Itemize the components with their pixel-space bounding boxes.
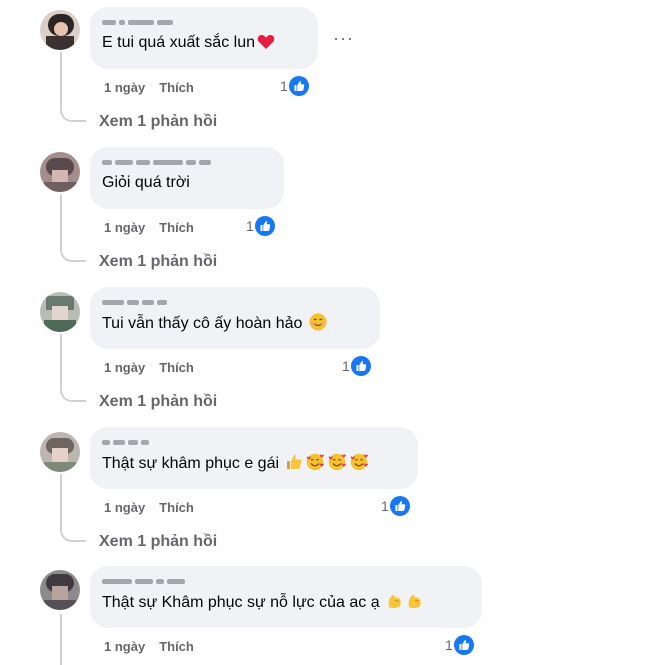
author-name-blurred[interactable] (102, 155, 272, 169)
comment-text: Thật sự Khâm phục sự nỗ lực của ac ạ (102, 594, 380, 611)
smiling-face-with-hearts-emoji (351, 453, 369, 471)
avatar[interactable] (40, 432, 80, 472)
comment-thread: { "comments": [ {"text": "E tui quá xuất… (0, 0, 657, 665)
comment-bubble: Tui vẫn thấy cô ấy hoàn hảo (90, 287, 380, 349)
reaction-number: 1 (445, 637, 453, 653)
author-name-blurred[interactable] (102, 574, 470, 588)
like-icon (390, 496, 410, 516)
thread-line (60, 334, 62, 388)
comment-bubble: E tui quá xuất sắc lun (90, 7, 318, 69)
comment-time[interactable]: 1 ngày (104, 639, 145, 654)
thread-line (60, 52, 62, 108)
view-replies-link[interactable]: Xem 1 phản hồi (99, 113, 217, 131)
reaction-number: 1 (246, 218, 254, 234)
comment-bubble: Giỏi quá trời (90, 147, 284, 209)
thread-line (60, 614, 62, 665)
reaction-number: 1 (342, 358, 350, 374)
reaction-count[interactable]: 1 (246, 216, 275, 236)
comment-text: E tui quá xuất sắc lun (102, 34, 255, 51)
like-button[interactable]: Thích (159, 500, 194, 515)
comment-text: Thật sự khâm phục e gái (102, 455, 280, 472)
avatar[interactable] (40, 152, 80, 192)
comment-actions: 1 ngày Thích (104, 500, 194, 515)
like-icon (454, 635, 474, 655)
reaction-number: 1 (381, 498, 389, 514)
avatar[interactable] (40, 10, 80, 50)
comment-actions: 1 ngày Thích (104, 360, 194, 375)
reaction-count[interactable]: 1 (280, 76, 309, 96)
comment-time[interactable]: 1 ngày (104, 220, 145, 235)
thread-connector (60, 108, 86, 122)
thread-line (60, 194, 62, 248)
reaction-count[interactable]: 1 (381, 496, 410, 516)
like-icon (255, 216, 275, 236)
smiling-face-with-hearts-emoji (329, 453, 347, 471)
comment-text: Tui vẫn thấy cô ấy hoàn hảo (102, 315, 303, 332)
like-icon (289, 76, 309, 96)
like-icon (351, 356, 371, 376)
comment-actions: 1 ngày Thích (104, 220, 194, 235)
author-name-blurred[interactable] (102, 435, 406, 449)
comment-bubble: Thật sự khâm phục e gái (90, 427, 418, 489)
author-name-blurred[interactable] (102, 295, 368, 309)
comment-actions: 1 ngày Thích (104, 80, 194, 95)
flexed-biceps-emoji (388, 595, 401, 609)
comment-actions: 1 ngày Thích (104, 639, 194, 654)
more-options-icon[interactable]: ··· (333, 28, 354, 49)
thread-connector (60, 388, 86, 402)
avatar[interactable] (40, 570, 80, 610)
smiling-face-with-hearts-emoji (307, 453, 325, 471)
like-button[interactable]: Thích (159, 80, 194, 95)
reaction-count[interactable]: 1 (342, 356, 371, 376)
like-button[interactable]: Thích (159, 360, 194, 375)
author-name-blurred[interactable] (102, 15, 306, 29)
thread-line (60, 474, 62, 528)
reaction-count[interactable]: 1 (445, 635, 474, 655)
comment-time[interactable]: 1 ngày (104, 360, 145, 375)
thumbs-up-emoji (287, 454, 302, 469)
view-replies-link[interactable]: Xem 1 phản hồi (99, 393, 217, 411)
comment-time[interactable]: 1 ngày (104, 500, 145, 515)
reaction-number: 1 (280, 78, 288, 94)
like-button[interactable]: Thích (159, 639, 194, 654)
thread-connector (60, 248, 86, 262)
thread-connector (60, 528, 86, 542)
comment-text: Giỏi quá trời (102, 174, 190, 191)
avatar[interactable] (40, 292, 80, 332)
like-button[interactable]: Thích (159, 220, 194, 235)
comment-time[interactable]: 1 ngày (104, 80, 145, 95)
view-replies-link[interactable]: Xem 1 phản hồi (99, 533, 217, 551)
smiling-face-emoji (309, 313, 327, 331)
flexed-biceps-emoji (408, 595, 421, 609)
red-heart-emoji (257, 35, 275, 49)
comment-bubble: Thật sự Khâm phục sự nỗ lực của ac ạ (90, 566, 482, 628)
view-replies-link[interactable]: Xem 1 phản hồi (99, 253, 217, 271)
